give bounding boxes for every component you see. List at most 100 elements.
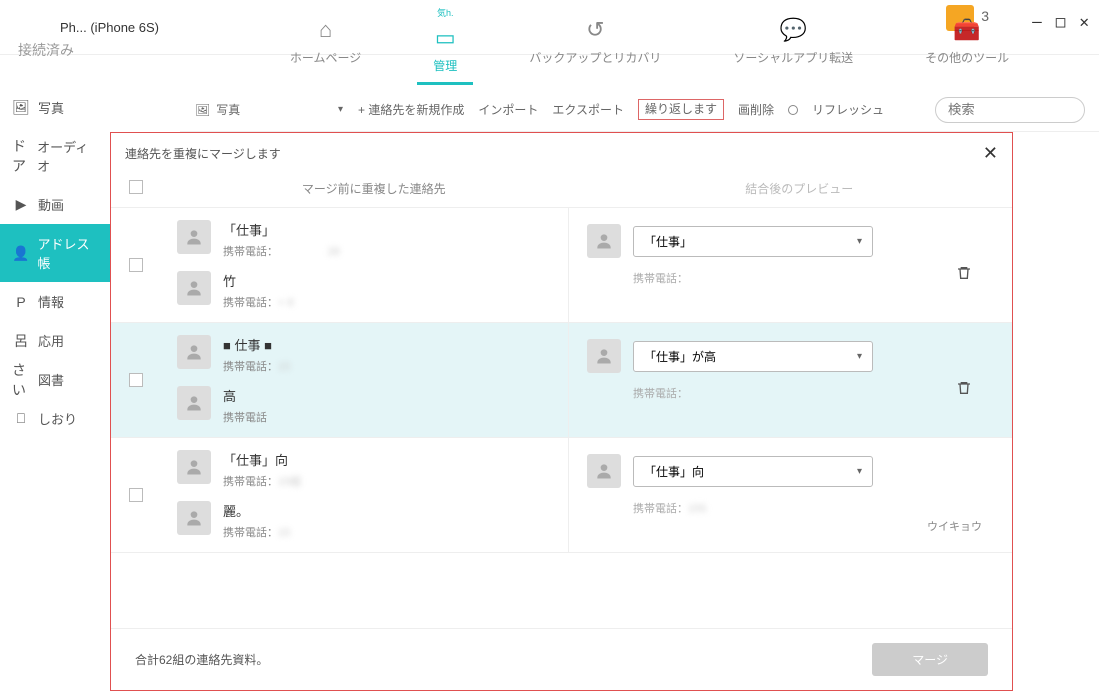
merged-phone: 携帯電話：155 [633,500,994,516]
group-checkbox[interactable] [129,258,143,272]
sidebar-label: 図書 [38,370,64,389]
chevron-down-icon: ▾ [857,466,862,477]
contact-name: ■ 仕事 ■ [223,335,334,354]
contact-phone: 携帯電話 [223,409,322,425]
sidebar-label: 写真 [38,98,64,117]
repeat-button[interactable]: 繰り返します [638,99,724,119]
contact-phone: 携帯電話：15 [223,524,334,540]
merged-name-select[interactable]: 「仕事」が高 ▾ [633,341,873,372]
door-icon: ドア [12,147,29,165]
avatar [587,454,621,488]
avatar [587,224,621,258]
contact-row: 竹 携帯電話：+ 8 [161,265,568,316]
sidebar-photo[interactable]: 🖼 写真 [0,88,110,127]
nav-home-label: ホームページ [290,49,361,66]
sidebar-label: 情報 [38,292,64,311]
new-contact-button[interactable]: + 連絡先を新規作成 [358,101,464,118]
sidebar-book[interactable]: さい図書 [0,360,110,399]
avatar [587,339,621,373]
contact-name: 麗。 [223,501,334,520]
merge-group: ■ 仕事 ■ 携帯電話：15 高 携帯電話 「仕事」が高 ▾ 携帯電話： [111,323,1012,438]
export-button[interactable]: エクスポート [552,101,624,118]
chat-icon: 💬 [780,17,807,43]
sidebar-label: アドレス帳 [37,234,98,272]
contact-name: 竹 [223,271,349,290]
p-icon: P [12,293,30,311]
avatar [177,220,211,254]
bookmark-icon: ⎕ [12,410,30,428]
sidebar-label: しおり [38,409,77,428]
contact-name: 「仕事」向 [223,450,334,469]
merged-phone: 携帯電話： [633,270,994,286]
group-checkbox[interactable] [129,373,143,387]
nav-other-label: その他のツール [925,49,1009,66]
avatar [177,450,211,484]
avatar [177,501,211,535]
toolbox-icon: 🧰 [953,17,980,43]
sidebar-contacts[interactable]: 👤 アドレス帳 [0,224,110,282]
nav-backup-label: バックアップとリカバリ [529,49,661,66]
merged-name-select[interactable]: 「仕事」向 ▾ [633,456,873,487]
merged-name-select[interactable]: 「仕事」 ▾ [633,226,873,257]
refresh-radio-icon[interactable] [788,105,798,115]
nav-manage-label: 管理 [433,57,457,74]
s-icon: さい [12,371,30,389]
home-icon: ⌂ [319,17,332,43]
select-value: 「仕事」向 [644,463,728,480]
sidebar-bookmark[interactable]: ⎕ しおり [0,399,110,438]
select-value: 「仕事」 [644,233,710,250]
nav-social-label: ソーシャルアプリ転送 [733,49,853,66]
modal-close-icon[interactable]: ✕ [983,143,998,164]
folder-icon: ▭ [435,25,456,51]
contact-row: 麗。 携帯電話：15 [161,495,568,546]
contact-phone: 携帯電話： 28 [223,243,340,259]
sidebar-label: 動画 [38,195,64,214]
delete-button[interactable]: 画削除 [738,101,774,118]
import-button[interactable]: インポート [478,101,538,118]
avatar [177,386,211,420]
sidebar-audio[interactable]: ドアオーディオ [0,127,110,185]
contact-row: ■ 仕事 ■ 携帯電話：15 [161,329,568,380]
chevron-down-icon: ▾ [338,104,343,115]
contact-name: 「仕事」 [223,220,340,239]
avatar [177,271,211,305]
picture-icon: 🖼 [195,103,210,117]
search-input[interactable] [935,97,1085,123]
merge-button[interactable]: マージ [872,643,988,676]
group-checkbox[interactable] [129,488,143,502]
select-value: 「仕事」が高 [644,348,740,365]
sidebar-video[interactable]: ▶ 動画 [0,185,110,224]
merged-phone: 携帯電話： [633,385,994,401]
contact-icon: 👤 [12,244,29,262]
picker-label: 写真 [216,101,240,118]
merge-group: 「仕事」 携帯電話： 28 竹 携帯電話：+ 8 「仕事」 ▾ 携帯電話： [111,208,1012,323]
chevron-down-icon: ▾ [857,236,862,247]
chevron-down-icon: ▾ [857,351,862,362]
delete-icon[interactable] [956,380,972,401]
delete-icon[interactable] [956,265,972,286]
sidebar-app[interactable]: 呂応用 [0,321,110,360]
backup-icon: ↺ [586,17,604,43]
footer-summary: 合計62組の連絡先資料。 [135,651,268,668]
category-picker[interactable]: 🖼 写真 ▾ [194,100,344,119]
picture-icon: 🖼 [12,99,30,117]
modal-title: 連絡先を重複にマージします [125,145,281,162]
merge-contacts-modal: 連絡先を重複にマージします ✕ マージ前に重複した連絡先 結合後のプレビュー 「… [110,132,1013,691]
contact-row: 「仕事」向 携帯電話：15組 [161,444,568,495]
contact-phone: 携帯電話：+ 8 [223,294,349,310]
r-icon: 呂 [12,332,30,350]
refresh-button[interactable]: リフレッシュ [812,101,884,118]
nav-social[interactable]: 💬 ソーシャルアプリ転送 [717,7,869,74]
contact-row: 高 携帯電話 [161,380,568,431]
nav-home[interactable]: ⌂ ホームページ [274,7,377,74]
nav-manage-sub: 気h. [437,6,454,19]
sidebar-info[interactable]: P 情報 [0,282,110,321]
play-icon: ▶ [12,196,30,214]
sidebar-label: オーディオ [37,137,98,175]
contact-phone: 携帯電話：15 [223,358,334,374]
contact-phone: 携帯電話：15組 [223,473,334,489]
nav-backup[interactable]: ↺ バックアップとリカバリ [513,7,677,74]
nav-other[interactable]: 🧰 その他のツール [909,7,1025,74]
select-all-checkbox[interactable] [129,180,143,194]
nav-manage[interactable]: 気h. ▭ 管理 [417,0,473,85]
